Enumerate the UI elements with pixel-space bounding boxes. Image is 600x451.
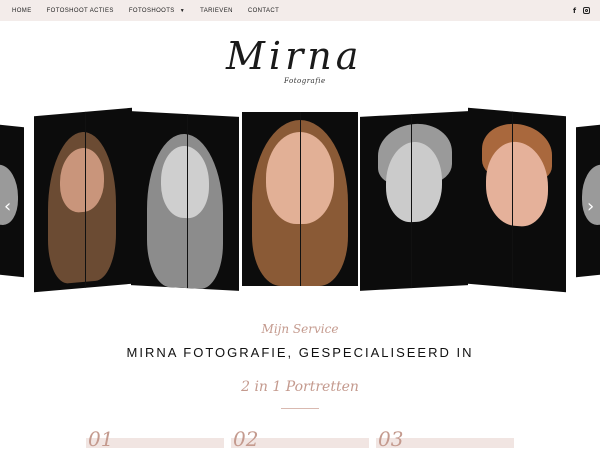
site-logo[interactable]: Mirna Fotografie <box>226 34 366 90</box>
facebook-icon[interactable]: f <box>573 7 576 15</box>
service-number-1: 01 <box>88 427 114 451</box>
nav-fotoshoots[interactable]: FOTOSHOOTS ▼ <box>129 8 185 14</box>
carousel-slide <box>242 112 358 286</box>
logo-subtitle: Fotografie <box>284 77 326 85</box>
section-script-label: Mijn Service <box>261 322 339 336</box>
section-heading: MIRNA FOTOGRAFIE, GESPECIALISEERD IN <box>126 345 474 360</box>
portrait-carousel[interactable] <box>0 107 600 293</box>
service-number-2: 02 <box>233 427 259 451</box>
carousel-slide <box>360 111 468 291</box>
carousel-slide <box>468 107 566 293</box>
top-navigation-bar: HOME FOTOSHOOT ACTIES FOTOSHOOTS ▼ TARIE… <box>0 0 600 21</box>
nav-tarieven[interactable]: TARIEVEN <box>200 8 233 14</box>
nav-home[interactable]: HOME <box>12 8 32 14</box>
nav-fotoshoots-label: FOTOSHOOTS <box>128 7 175 14</box>
section-divider <box>281 408 319 409</box>
chevron-down-icon: ▼ <box>179 7 186 14</box>
main-menu: HOME FOTOSHOOT ACTIES FOTOSHOOTS ▼ TARIE… <box>12 0 294 21</box>
nav-fotoshoot-acties[interactable]: FOTOSHOOT ACTIES <box>47 8 114 14</box>
section-script-subtitle: 2 in 1 Portretten <box>241 379 359 395</box>
carousel-next-arrow-icon[interactable]: › <box>587 196 594 217</box>
carousel-slide <box>131 111 239 291</box>
service-number-3: 03 <box>378 427 404 451</box>
social-links: f <box>573 0 590 21</box>
logo-script-text: Mirna <box>226 34 363 78</box>
instagram-icon[interactable] <box>583 7 590 14</box>
carousel-prev-arrow-icon[interactable]: ‹ <box>4 196 11 217</box>
carousel-slide <box>34 107 132 293</box>
nav-contact[interactable]: CONTACT <box>248 8 279 14</box>
